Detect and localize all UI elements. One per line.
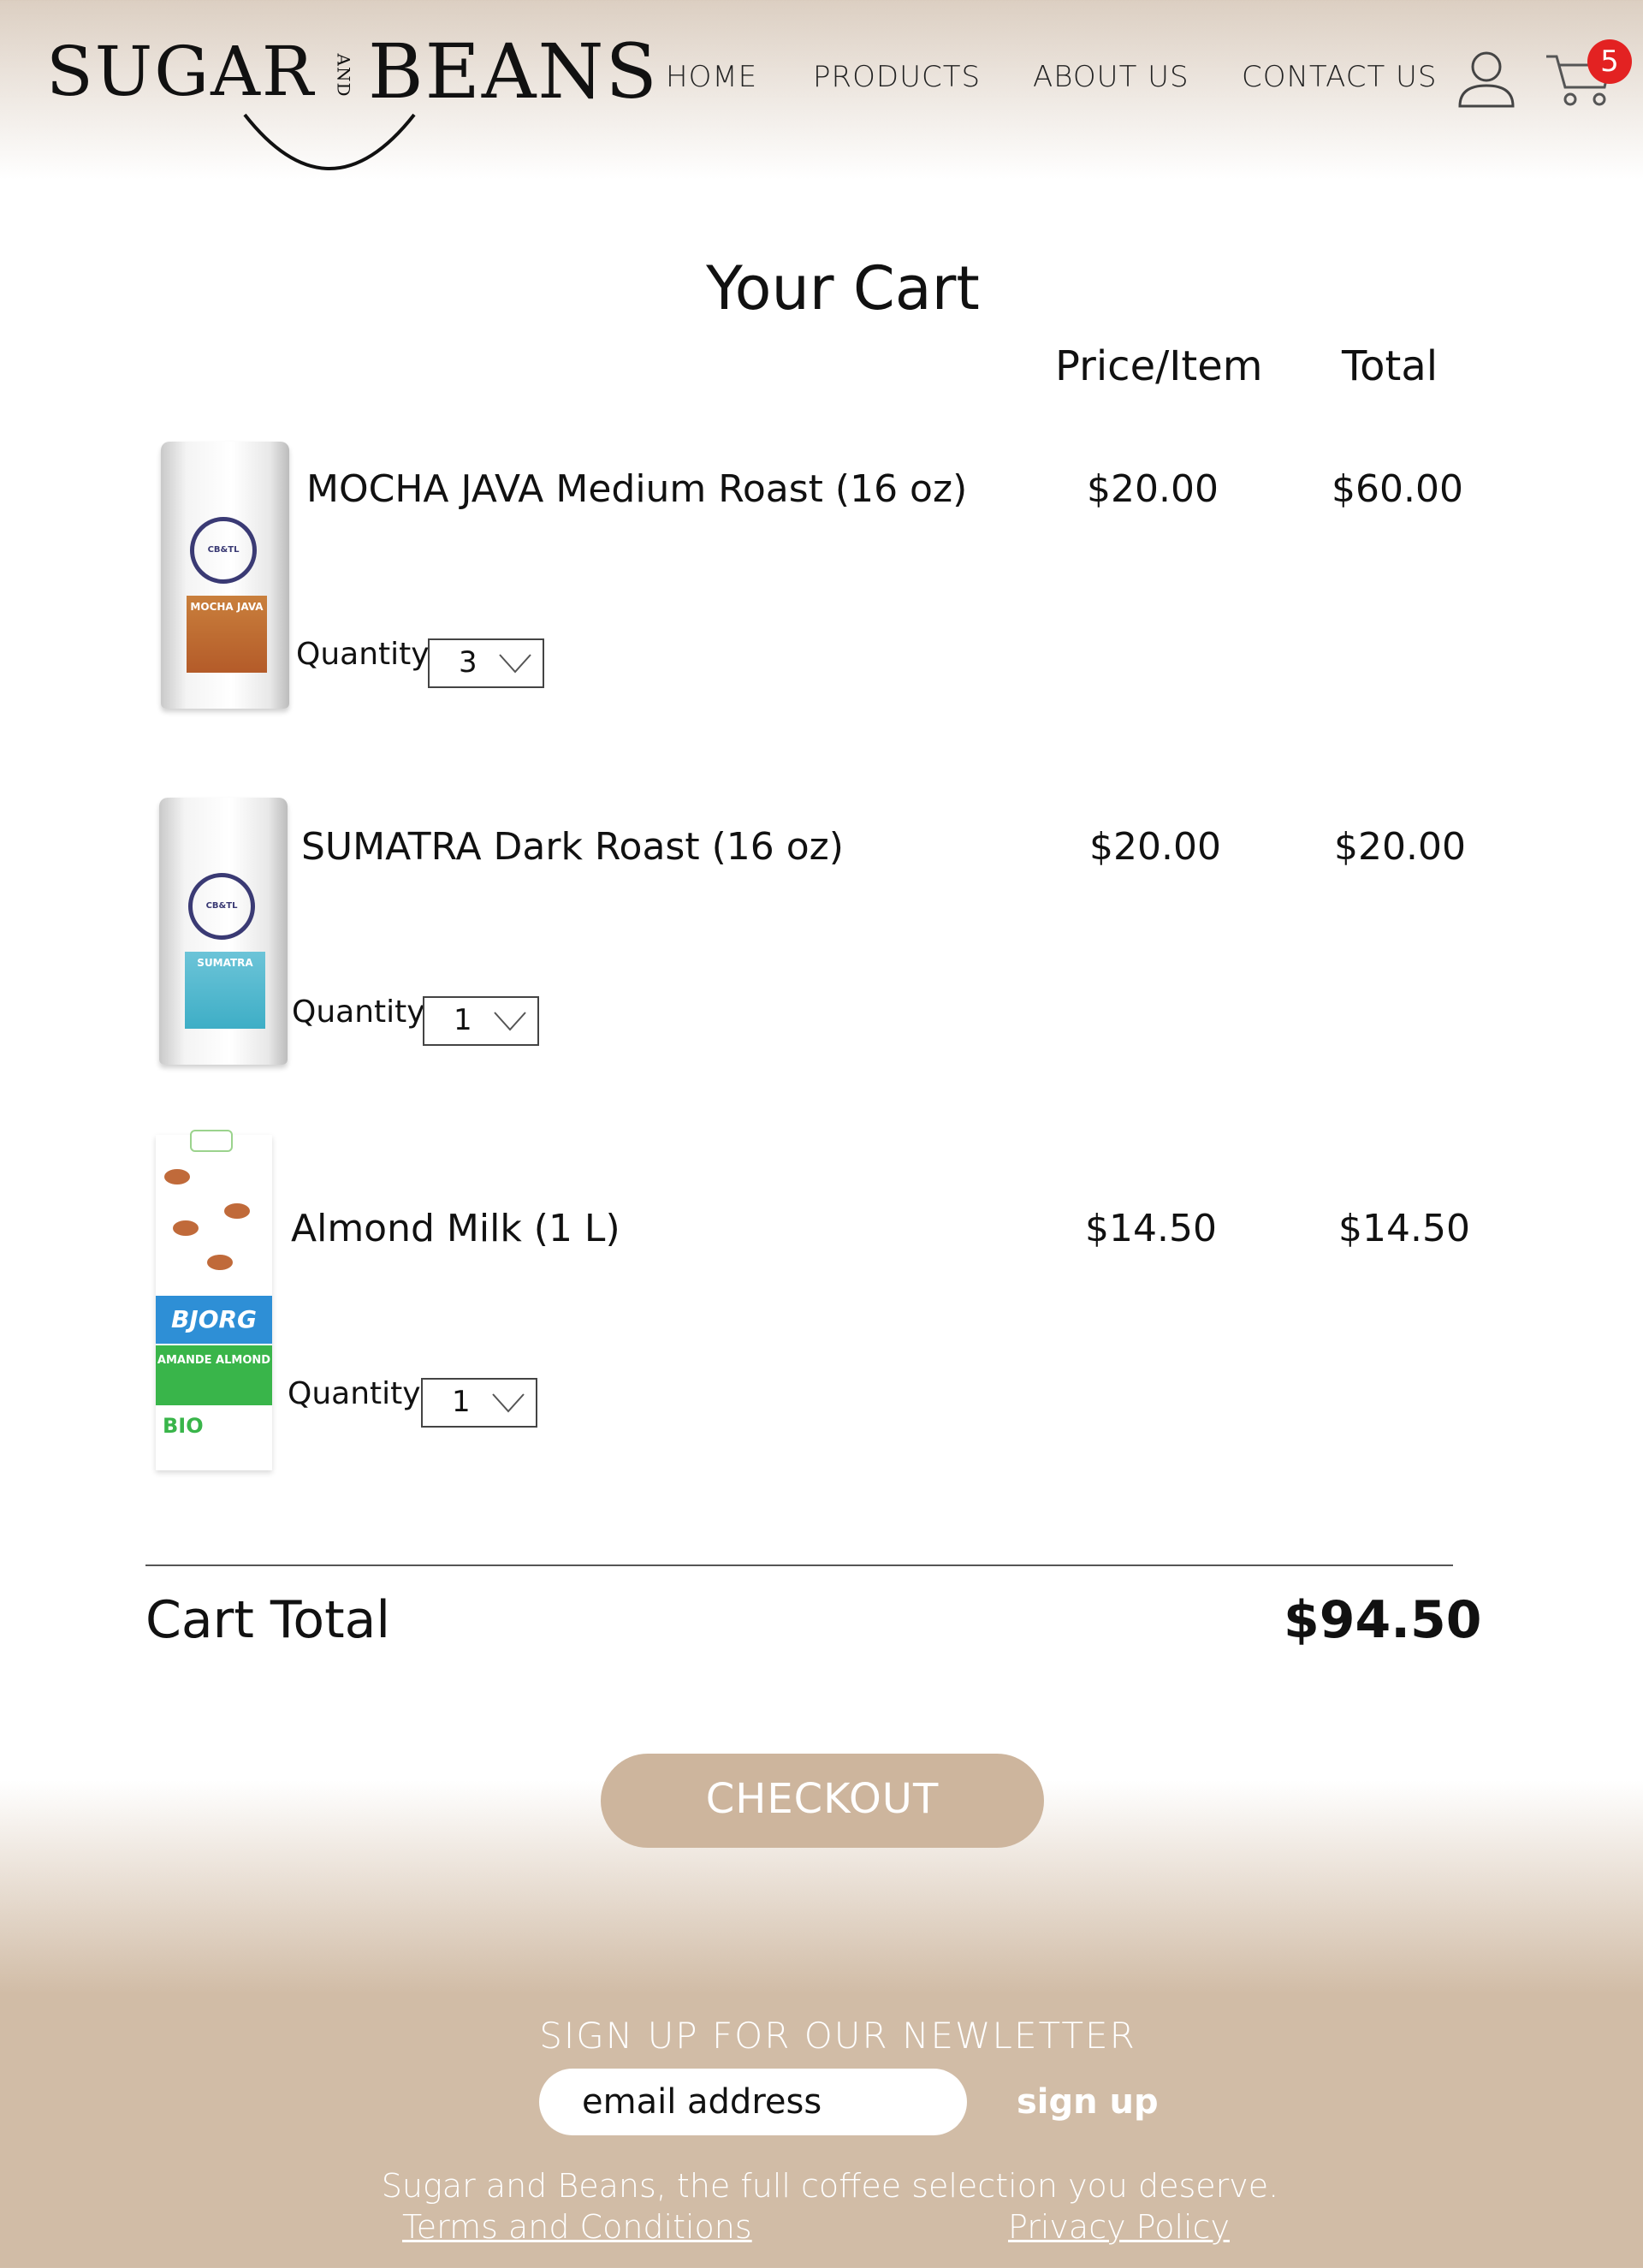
carton-cap — [190, 1130, 233, 1152]
quantity-label: Quantity — [288, 1376, 421, 1411]
carton-brand: BJORG — [156, 1296, 272, 1344]
bag-label: SUMATRA — [185, 952, 265, 1029]
almond-icon — [224, 1203, 250, 1219]
item-name[interactable]: MOCHA JAVA Medium Roast (16 oz) — [306, 467, 967, 511]
cart-count-badge: 5 — [1587, 39, 1632, 84]
quantity-select[interactable]: 3 — [428, 638, 544, 688]
brand-seal-icon: CB&TL — [190, 517, 257, 584]
cart-total-value: $94.50 — [1284, 1590, 1482, 1650]
checkout-button[interactable]: CHECKOUT — [601, 1754, 1044, 1848]
column-header-total: Total — [1342, 342, 1438, 390]
nav-contact-us[interactable]: CONTACT US — [1242, 60, 1438, 94]
item-name[interactable]: SUMATRA Dark Roast (16 oz) — [301, 825, 844, 869]
item-price: $20.00 — [1087, 467, 1219, 511]
quantity-value: 3 — [459, 645, 477, 680]
chevron-down-icon — [494, 1012, 526, 1031]
email-field[interactable] — [539, 2069, 967, 2135]
item-name[interactable]: Almond Milk (1 L) — [291, 1207, 620, 1250]
nav-about-us[interactable]: ABOUT US — [1033, 60, 1189, 94]
newsletter-title: SIGN UP FOR OUR NEWLETTER — [539, 2015, 1136, 2057]
footer-tagline: Sugar and Beans, the full coffee selecti… — [381, 2167, 1279, 2205]
item-total: $60.00 — [1332, 467, 1463, 511]
logo-and: AND — [333, 53, 354, 98]
item-price: $14.50 — [1085, 1207, 1217, 1250]
quantity-value: 1 — [454, 1003, 472, 1037]
brand-seal-icon: CB&TL — [188, 873, 255, 940]
item-total: $14.50 — [1338, 1207, 1470, 1250]
almond-icon — [164, 1169, 190, 1184]
cart-divider — [145, 1564, 1453, 1566]
chevron-down-icon — [499, 654, 531, 674]
mocha-java-bag-image[interactable]: CB&TL MOCHA JAVA — [161, 442, 289, 709]
sign-up-button[interactable]: sign up — [1017, 2082, 1159, 2122]
quantity-label: Quantity — [292, 994, 425, 1030]
bag-label: MOCHA JAVA — [187, 596, 267, 673]
page-title: Your Cart — [706, 253, 980, 324]
chevron-down-icon — [492, 1393, 525, 1413]
carton-subtext: AMANDE ALMOND — [156, 1345, 272, 1405]
logo-beans: BEANS — [368, 27, 659, 116]
terms-link[interactable]: Terms and Conditions — [402, 2208, 752, 2246]
privacy-link[interactable]: Privacy Policy — [1008, 2208, 1230, 2246]
almond-icon — [207, 1255, 233, 1270]
quantity-label: Quantity — [296, 637, 430, 672]
cart-total-label: Cart Total — [145, 1590, 391, 1650]
almond-milk-carton-image[interactable]: BJORG AMANDE ALMOND BIO — [156, 1130, 272, 1470]
quantity-select[interactable]: 1 — [423, 996, 539, 1046]
carton-bio: BIO — [163, 1414, 204, 1438]
logo-sugar: SUGAR — [46, 32, 316, 111]
column-header-price: Price/Item — [1055, 342, 1263, 390]
nav-home[interactable]: HOME — [666, 60, 757, 94]
item-price: $20.00 — [1089, 825, 1221, 869]
quantity-select[interactable]: 1 — [421, 1378, 537, 1428]
item-total: $20.00 — [1334, 825, 1466, 869]
quantity-value: 1 — [452, 1385, 471, 1419]
sumatra-bag-image[interactable]: CB&TL SUMATRA — [159, 798, 288, 1065]
almond-icon — [173, 1220, 199, 1236]
logo-smile-icon — [243, 113, 416, 170]
user-icon[interactable] — [1455, 48, 1518, 108]
nav-products[interactable]: PRODUCTS — [813, 60, 981, 94]
